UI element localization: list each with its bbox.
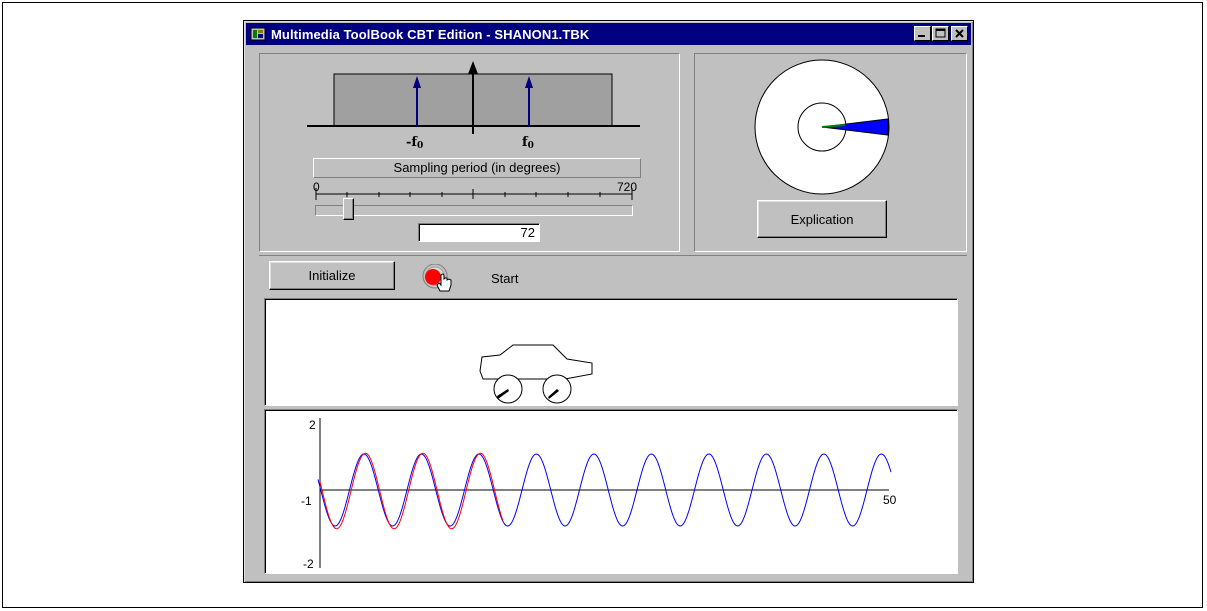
- initialize-button[interactable]: Initialize: [269, 261, 395, 290]
- signal-plot-panel: 2 -2 -1 50: [264, 409, 958, 574]
- toolbook-app-icon: [250, 26, 266, 42]
- phase-dial: [754, 59, 890, 195]
- maximize-icon: [935, 28, 946, 38]
- car-icon: [479, 344, 593, 404]
- start-label: Start: [491, 271, 519, 286]
- start-record-button[interactable]: [422, 263, 454, 296]
- sampling-slider-track[interactable]: [315, 205, 633, 216]
- slider-ticks: [315, 188, 633, 200]
- app-window: Multimedia ToolBook CBT Edition - SHANON…: [243, 20, 974, 583]
- window-title: Multimedia ToolBook CBT Edition - SHANON…: [271, 26, 590, 42]
- plot-y-min-label: -2: [303, 557, 314, 571]
- signal-plot: 2 -2 -1 50: [301, 418, 897, 571]
- close-button[interactable]: [951, 26, 968, 41]
- explication-button[interactable]: Explication: [757, 200, 887, 238]
- minimize-icon: [918, 35, 925, 37]
- minimize-button[interactable]: [914, 26, 931, 41]
- sampling-value-field[interactable]: 72: [418, 223, 540, 242]
- hand-pointer-icon: [436, 273, 452, 292]
- plot-origin-label: -1: [301, 494, 312, 508]
- plot-x-max-label: 50: [883, 493, 897, 507]
- close-icon: [955, 29, 964, 38]
- plot-y-max-label: 2: [309, 418, 316, 432]
- spectrum-panel: -f0 f0 Sampling period (in degrees) 0 72…: [259, 53, 680, 252]
- title-bar[interactable]: Multimedia ToolBook CBT Edition - SHANON…: [246, 23, 971, 45]
- car-body: [479, 344, 593, 380]
- reconstructed-signal-curve: [319, 452, 504, 530]
- sampling-slider-thumb[interactable]: [343, 198, 354, 220]
- car-animation-panel: [264, 298, 958, 406]
- maximize-button[interactable]: [932, 26, 949, 41]
- dial-panel: Explication: [694, 53, 967, 252]
